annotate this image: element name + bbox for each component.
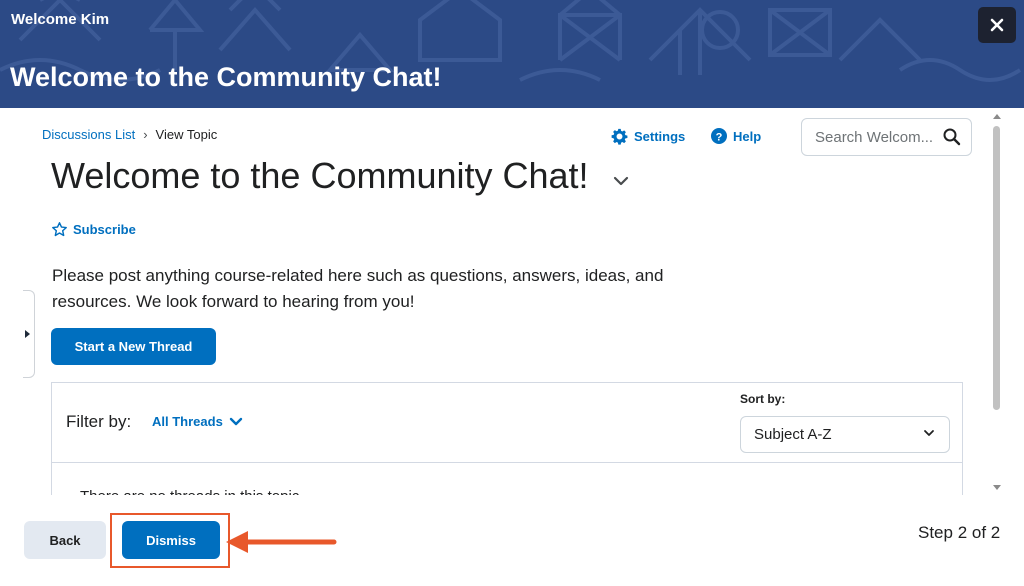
search-icon[interactable] bbox=[943, 128, 961, 146]
banner-title: Welcome to the Community Chat! bbox=[10, 62, 442, 92]
help-label: Help bbox=[733, 128, 762, 144]
settings-label: Settings bbox=[634, 129, 686, 144]
start-new-thread-button[interactable]: Start a New Thread bbox=[51, 328, 216, 365]
search-box bbox=[801, 118, 972, 156]
close-button[interactable] bbox=[978, 7, 1016, 43]
breadcrumb-discussions-list[interactable]: Discussions List bbox=[42, 127, 135, 142]
subscribe-label: Subscribe bbox=[73, 222, 136, 237]
dismiss-button[interactable]: Dismiss bbox=[122, 521, 220, 559]
page-title: Welcome to the Community Chat! bbox=[51, 155, 589, 196]
gear-icon bbox=[611, 128, 628, 145]
pointer-arrow-icon bbox=[226, 531, 337, 553]
step-indicator: Step 2 of 2 bbox=[918, 523, 1001, 542]
filter-value: All Threads bbox=[152, 414, 223, 429]
side-panel-toggle[interactable] bbox=[23, 290, 35, 378]
settings-link[interactable]: Settings bbox=[611, 128, 685, 145]
scroll-down-arrow-icon[interactable] bbox=[993, 485, 1001, 490]
breadcrumb-view-topic: View Topic bbox=[155, 127, 218, 142]
subscribe-link[interactable]: Subscribe bbox=[51, 221, 136, 238]
tour-page: Welcome Kim Welcome to the Community Cha… bbox=[0, 0, 1024, 586]
welcome-user-label: Welcome Kim bbox=[11, 11, 110, 28]
scrollbar-thumb[interactable] bbox=[993, 126, 1000, 410]
help-icon: ? bbox=[711, 128, 727, 144]
breadcrumb-separator: › bbox=[143, 127, 148, 142]
star-icon bbox=[52, 222, 67, 237]
back-button[interactable]: Back bbox=[24, 521, 106, 559]
sort-select[interactable]: Subject A-Z bbox=[740, 416, 950, 453]
scrollbar[interactable] bbox=[990, 112, 1004, 496]
filter-dropdown[interactable]: All Threads bbox=[152, 414, 243, 429]
search-input[interactable] bbox=[815, 128, 935, 146]
breadcrumb: Discussions List › View Topic bbox=[42, 127, 217, 142]
sort-value: Subject A-Z bbox=[754, 426, 832, 443]
filter-label: Filter by: bbox=[66, 412, 132, 431]
sort-label: Sort by: bbox=[740, 392, 786, 406]
chevron-down-icon[interactable] bbox=[613, 176, 629, 186]
scroll-up-arrow-icon[interactable] bbox=[993, 114, 1001, 119]
chevron-down-icon bbox=[924, 430, 934, 436]
chevron-down-icon bbox=[229, 417, 242, 426]
expand-arrow-icon bbox=[24, 330, 30, 338]
help-link[interactable]: ? Help bbox=[711, 128, 761, 144]
svg-text:?: ? bbox=[716, 131, 723, 143]
topic-description: Please post anything course-related here… bbox=[52, 266, 664, 311]
close-icon bbox=[990, 18, 1004, 32]
header-banner: Welcome Kim Welcome to the Community Cha… bbox=[0, 0, 1024, 108]
